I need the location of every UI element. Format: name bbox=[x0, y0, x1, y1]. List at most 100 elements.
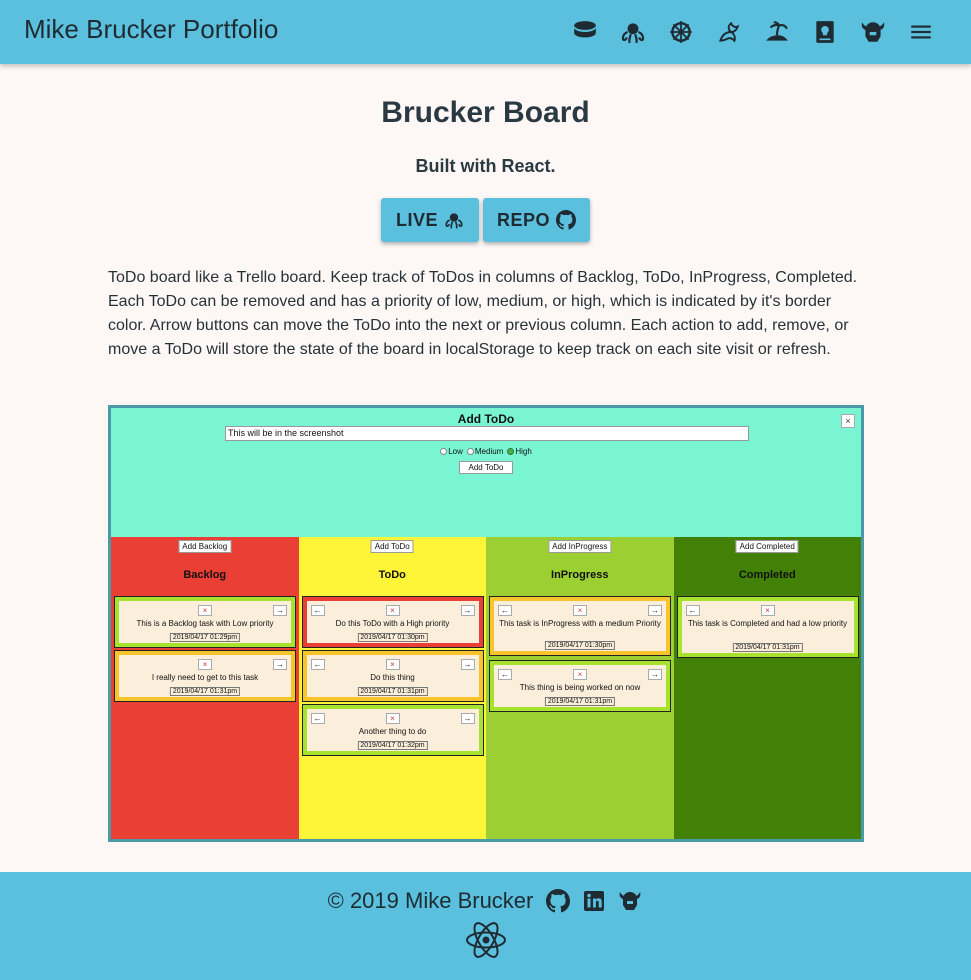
todo-card: ← × → This task is InProgress with a medium… bbox=[489, 596, 671, 656]
radio-dot bbox=[466, 448, 474, 455]
viking-helmet-icon[interactable] bbox=[617, 888, 643, 914]
subtitle: Built with React. bbox=[415, 156, 556, 176]
card-buttons: ← × → bbox=[307, 659, 479, 671]
arrow-right-icon: → bbox=[460, 659, 475, 670]
card-date: 2019/04/17 01:31pm bbox=[732, 643, 803, 652]
todo-card: ← × → Another thing to do 2019/04/17 01:32pm bbox=[301, 704, 484, 756]
screenshot-radio-low: Low bbox=[440, 447, 463, 456]
repo-button[interactable]: REPO bbox=[483, 198, 590, 242]
page-title: Brucker Board bbox=[381, 96, 590, 129]
card-text: Do this ToDo with a High priority bbox=[335, 619, 450, 628]
arrow-right-icon: → bbox=[273, 605, 287, 616]
column-title: Backlog bbox=[183, 569, 227, 581]
card-text: This task is Completed and had a low pri… bbox=[687, 619, 848, 628]
card-text: This task is InProgress with a medium Pr… bbox=[499, 619, 661, 628]
viking-helmet-icon[interactable] bbox=[857, 16, 889, 48]
card-date: 2019/04/17 01:31pm bbox=[544, 697, 616, 706]
radio-label: Medium bbox=[474, 447, 504, 456]
card-date: 2019/04/17 01:30pm bbox=[357, 633, 428, 642]
screenshot-priority-radios: Low Medium High bbox=[111, 447, 861, 456]
todo-card: ← × → Do this thing 2019/04/17 01:31pm bbox=[301, 650, 484, 702]
card-buttons: ← × → bbox=[494, 669, 666, 681]
card-buttons: ← × bbox=[682, 605, 854, 617]
ship-wheel-icon[interactable] bbox=[665, 16, 697, 48]
brand-title[interactable]: Mike Brucker Portfolio bbox=[24, 14, 278, 45]
arrow-right-icon: → bbox=[460, 605, 475, 616]
radio-dot bbox=[440, 448, 448, 455]
close-icon: × bbox=[573, 605, 587, 616]
column-title: Completed bbox=[738, 569, 796, 581]
close-icon: × bbox=[385, 713, 400, 724]
todo-card: ← × This task is Completed and had a low p… bbox=[676, 596, 859, 658]
card-text: This thing is being worked on now bbox=[519, 683, 641, 692]
github-icon bbox=[556, 210, 576, 230]
arrow-left-icon: ← bbox=[310, 605, 325, 616]
card-buttons: ← × → bbox=[307, 713, 479, 725]
card-date: 2019/04/17 01:32pm bbox=[357, 741, 428, 750]
linkedin-icon[interactable] bbox=[581, 888, 607, 914]
screenshot-add-todo-button: Add ToDo bbox=[459, 461, 513, 474]
screenshot-radio-medium: Medium bbox=[466, 447, 504, 456]
footer-row: © 2019 Mike Brucker bbox=[0, 888, 971, 914]
card-date: 2019/04/17 01:31pm bbox=[357, 687, 428, 696]
card-buttons: × → bbox=[119, 605, 291, 617]
todo-card: ← × → This thing is being worked on now 2019… bbox=[489, 660, 671, 712]
screenshot-column-backlog: Add Backlog Backlog × → This is a Backlog ta… bbox=[111, 537, 299, 839]
dragon-icon[interactable] bbox=[713, 16, 745, 48]
octopus-icon bbox=[445, 213, 463, 229]
card-buttons: ← × → bbox=[307, 605, 479, 617]
column-add-button: Add Backlog bbox=[178, 540, 232, 553]
close-icon: × bbox=[573, 669, 587, 680]
octopus-icon[interactable] bbox=[617, 16, 649, 48]
column-add-button: Add ToDo bbox=[370, 540, 414, 553]
react-logo-icon bbox=[466, 922, 506, 958]
arrow-right-icon: → bbox=[273, 659, 287, 670]
card-text: This is a Backlog task with Low priority bbox=[136, 619, 274, 628]
close-icon: × bbox=[198, 605, 212, 616]
island-icon[interactable] bbox=[761, 16, 793, 48]
repo-label: REPO bbox=[496, 209, 550, 230]
column-title: InProgress bbox=[551, 569, 609, 581]
card-text: Another thing to do bbox=[358, 727, 427, 736]
column-add-button: Add Completed bbox=[735, 540, 799, 553]
link-buttons: LIVE REPO bbox=[381, 198, 590, 242]
screenshot-column-completed: Add Completed Completed ← × This task is Com… bbox=[673, 537, 861, 839]
arrow-right-icon: → bbox=[648, 605, 662, 616]
screenshot-radio-high: High bbox=[507, 447, 532, 456]
screenshot-column-inprogress: Add InProgress InProgress ← × → This task is … bbox=[486, 537, 674, 839]
screenshot-todo-input: This will be in the screenshot bbox=[225, 426, 749, 441]
live-button[interactable]: LIVE bbox=[381, 198, 479, 242]
card-date: 2019/04/17 01:30pm bbox=[544, 641, 616, 650]
close-icon: × bbox=[385, 659, 400, 670]
column-title: ToDo bbox=[378, 569, 406, 581]
screenshot-column-todo: Add ToDo ToDo ← × → Do this ToDo with a High … bbox=[298, 537, 486, 839]
card-buttons: × → bbox=[119, 659, 291, 671]
arrow-right-icon: → bbox=[648, 669, 662, 680]
todo-card: ← × → Do this ToDo with a High priority 2019… bbox=[301, 596, 484, 648]
screenshot-columns: Add Backlog Backlog × → This is a Backlog ta… bbox=[111, 537, 861, 839]
card-text: Do this thing bbox=[370, 673, 415, 682]
card-date: 2019/04/17 01:29pm bbox=[169, 633, 241, 642]
book-skull-icon[interactable] bbox=[809, 16, 841, 48]
column-add-button: Add InProgress bbox=[548, 540, 612, 553]
close-icon: × bbox=[760, 605, 775, 616]
github-icon[interactable] bbox=[545, 888, 571, 914]
radio-dot bbox=[507, 448, 515, 455]
todo-card: × → I really need to get to this task 2019/… bbox=[114, 650, 296, 702]
menu-icon[interactable] bbox=[905, 16, 937, 48]
arrow-right-icon: → bbox=[460, 713, 475, 724]
footer: © 2019 Mike Brucker bbox=[0, 872, 971, 980]
database-icon[interactable] bbox=[569, 16, 601, 48]
project-screenshot: Add ToDo × This will be in the screensho… bbox=[108, 405, 864, 842]
close-icon: × bbox=[198, 659, 212, 670]
card-text: I really need to get to this task bbox=[151, 673, 259, 682]
screenshot-form-title: Add ToDo bbox=[457, 412, 515, 426]
arrow-left-icon: ← bbox=[310, 659, 325, 670]
radio-label: Low bbox=[448, 447, 463, 456]
footer-copyright: © 2019 Mike Brucker bbox=[327, 888, 534, 913]
navbar: Mike Brucker Portfolio bbox=[0, 0, 971, 64]
todo-card: × → This is a Backlog task with Low priori… bbox=[114, 596, 296, 648]
radio-label: High bbox=[515, 447, 532, 456]
arrow-left-icon: ← bbox=[310, 713, 325, 724]
arrow-left-icon: ← bbox=[498, 669, 512, 680]
